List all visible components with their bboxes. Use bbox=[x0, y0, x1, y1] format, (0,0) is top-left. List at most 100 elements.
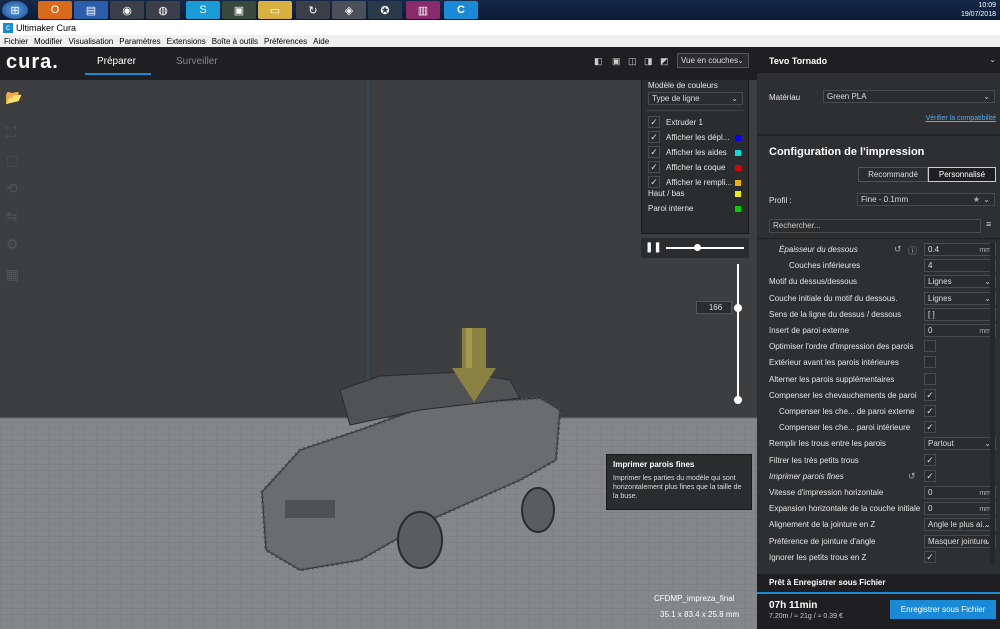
setting-input[interactable]: [ ] bbox=[924, 307, 996, 321]
search-input[interactable]: Rechercher... bbox=[769, 219, 981, 233]
menu-fichier[interactable]: Fichier bbox=[4, 37, 28, 46]
info-icon[interactable]: ⓘ bbox=[908, 244, 917, 257]
tab-preparer[interactable]: Préparer bbox=[97, 56, 136, 67]
chevron-down-icon: ⌄ bbox=[983, 92, 990, 101]
profile-select[interactable]: Fine - 0.1mm ★ ⌄ bbox=[857, 193, 995, 206]
sync-icon[interactable]: ↻ bbox=[296, 1, 330, 19]
divider bbox=[757, 134, 1000, 136]
reset-icon[interactable]: ↺ bbox=[908, 471, 916, 482]
chevron-down-icon[interactable]: ⌄ bbox=[989, 55, 996, 64]
setting-checkbox[interactable]: ✓ bbox=[924, 388, 936, 401]
setting-checkbox[interactable]: ✓ bbox=[924, 405, 936, 417]
setting-select[interactable]: Lignes ⌄ bbox=[924, 275, 996, 289]
setting-checkbox[interactable]: ✓ bbox=[924, 550, 936, 563]
material-select[interactable]: Green PLA ⌄ bbox=[823, 90, 995, 103]
setting-input[interactable]: 0 mm bbox=[924, 324, 996, 337]
clock-date: 19/07/2018 bbox=[960, 11, 996, 18]
checkbox[interactable]: ✓ bbox=[648, 161, 660, 173]
ready-status: Prêt à Enregistrer sous Fichier bbox=[769, 578, 886, 587]
printer-name[interactable]: Tevo Tornado bbox=[769, 56, 827, 66]
setting-checkbox[interactable] bbox=[924, 340, 936, 353]
windows-taskbar: ⊞ O ▤ ◉ ◍ S ▣ ▭ ↻ ◈ ✪ ▥ C 10:09 19/07/20… bbox=[0, 0, 1000, 20]
outlook-icon[interactable]: O bbox=[38, 1, 72, 19]
game-icon[interactable]: ✪ bbox=[368, 1, 402, 19]
menu-preferences[interactable]: Préférences bbox=[264, 37, 307, 46]
setting-checkbox[interactable]: ✓ bbox=[924, 421, 936, 434]
menu-modifier[interactable]: Modifier bbox=[34, 37, 62, 46]
setting-select[interactable]: Masquer jointure ⌄ bbox=[924, 534, 996, 548]
checkbox[interactable]: ✓ bbox=[648, 116, 660, 128]
computer-icon[interactable]: ▣ bbox=[222, 1, 256, 19]
layer-playback: ❚❚ bbox=[641, 238, 749, 258]
setting-checkbox[interactable] bbox=[924, 372, 936, 385]
winrar-icon[interactable]: ▥ bbox=[406, 1, 440, 19]
scrollbar[interactable] bbox=[990, 243, 995, 563]
setting-tooltip: Imprimer parois fines Imprimer les parti… bbox=[606, 454, 752, 510]
check-compatibility-link[interactable]: Vérifier la compatibilité bbox=[926, 115, 996, 122]
setting-checkbox[interactable]: ✓ bbox=[924, 469, 936, 482]
tab-surveiller[interactable]: Surveiller bbox=[176, 56, 218, 67]
menu-visualisation[interactable]: Visualisation bbox=[68, 37, 113, 46]
setting-select[interactable]: Partout ⌄ bbox=[924, 437, 996, 451]
3d-viewport[interactable]: 📂 ⛶ ⬚ ⟲ ⇋ ⚙ ▦ Modèle de couleurs Type de… bbox=[0, 80, 757, 629]
menu-aide[interactable]: Aide bbox=[313, 37, 329, 46]
setting-input[interactable]: 0 mm bbox=[924, 486, 996, 499]
settings-sidebar: Tevo Tornado ⌄ Matériau Green PLA ⌄ Véri… bbox=[757, 47, 1000, 629]
checkbox[interactable]: ✓ bbox=[648, 146, 660, 158]
setting-select[interactable]: Lignes ⌄ bbox=[924, 291, 996, 305]
horizontal-slider-track[interactable] bbox=[666, 247, 744, 249]
mirror-tool-icon[interactable]: ⇋ bbox=[6, 208, 18, 225]
setting-input[interactable]: 4 bbox=[924, 259, 996, 273]
model-dimensions: 35.1 x 83.4 x 25.8 mm bbox=[660, 610, 740, 619]
chrome-icon[interactable]: ◉ bbox=[110, 1, 144, 19]
checkbox[interactable]: ✓ bbox=[648, 176, 660, 188]
menu-parametres[interactable]: Paramètres bbox=[119, 37, 160, 46]
open-file-icon[interactable]: 📂 bbox=[5, 89, 22, 106]
horizontal-slider-handle[interactable] bbox=[694, 244, 701, 251]
setting-checkbox[interactable]: ✓ bbox=[924, 453, 936, 466]
move-tool-icon[interactable]: ⛶ bbox=[6, 124, 16, 141]
firefox-icon[interactable]: ◍ bbox=[146, 1, 180, 19]
vertical-layer-slider[interactable] bbox=[737, 264, 739, 400]
skype-icon[interactable]: S bbox=[186, 1, 220, 19]
shield-icon[interactable]: ◈ bbox=[332, 1, 366, 19]
start-icon[interactable]: ⊞ bbox=[2, 1, 28, 19]
setting-checkbox[interactable] bbox=[924, 356, 936, 369]
view-front-icon[interactable]: ▣ bbox=[612, 56, 621, 67]
view-left-icon[interactable]: ◨ bbox=[644, 56, 653, 67]
menu-boite-a-outils[interactable]: Boîte à outils bbox=[212, 37, 258, 46]
divider bbox=[646, 110, 744, 111]
checkbox[interactable]: ✓ bbox=[648, 131, 660, 143]
layer-number-input[interactable]: 166 bbox=[696, 301, 732, 314]
layer-slider-top-handle[interactable] bbox=[734, 304, 742, 312]
layer-slider-bottom-handle[interactable] bbox=[734, 396, 742, 404]
view-3d-icon[interactable]: ◧ bbox=[594, 56, 603, 67]
save-to-file-button[interactable]: Enregistrer sous Fichier bbox=[890, 600, 996, 619]
tab-personnalise[interactable]: Personnalisé bbox=[928, 167, 996, 182]
menu-extensions[interactable]: Extensions bbox=[167, 37, 206, 46]
star-icon[interactable]: ★ bbox=[973, 194, 980, 205]
view-top-icon[interactable]: ◫ bbox=[628, 56, 637, 67]
reset-icon[interactable]: ↺ bbox=[894, 244, 902, 255]
folder-icon[interactable]: ▭ bbox=[258, 1, 292, 19]
cura-taskbar-icon[interactable]: C bbox=[444, 1, 478, 19]
setting-select[interactable]: Angle le plus ai... ⌄ bbox=[924, 518, 996, 532]
material-value: Green PLA bbox=[827, 92, 867, 101]
per-model-settings-icon[interactable]: ⚙ bbox=[6, 236, 19, 253]
setting-input[interactable]: 0.4 mm bbox=[924, 243, 996, 256]
color-scheme-select[interactable]: Type de ligne ⌄ bbox=[648, 92, 743, 105]
pause-icon[interactable]: ❚❚ bbox=[645, 242, 662, 253]
menu-icon[interactable]: ≡ bbox=[986, 219, 991, 229]
tab-recommande[interactable]: Recommandé bbox=[858, 167, 928, 182]
view-right-icon[interactable]: ◩ bbox=[660, 56, 669, 67]
setting-label: Compenser les che... de paroi externe bbox=[779, 407, 915, 416]
setting-label: Remplir les trous entre les parois bbox=[769, 439, 886, 449]
scale-tool-icon[interactable]: ⬚ bbox=[6, 152, 19, 169]
setting-input[interactable]: 0 mm bbox=[924, 502, 996, 516]
support-blocker-icon[interactable]: ▦ bbox=[6, 266, 19, 283]
setting-value: Masquer jointure bbox=[928, 536, 988, 546]
tooltip-body: Imprimer les parties du modèle qui sont … bbox=[613, 475, 742, 500]
rotate-tool-icon[interactable]: ⟲ bbox=[6, 180, 18, 197]
app-icon[interactable]: ▤ bbox=[74, 1, 108, 19]
view-mode-select[interactable]: Vue en couches ⌄ bbox=[677, 53, 749, 68]
